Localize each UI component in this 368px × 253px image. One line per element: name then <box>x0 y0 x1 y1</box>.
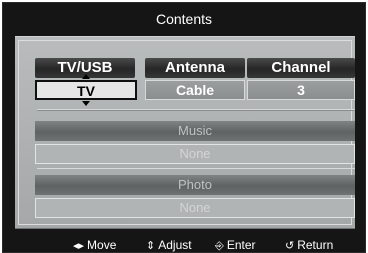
music-value[interactable]: None <box>35 144 355 164</box>
separator <box>37 168 355 169</box>
separator-shadow <box>37 110 355 111</box>
up-down-arrows-icon: ⇕ <box>146 240 156 252</box>
move-label: Move <box>87 238 117 252</box>
enter-icon: ⎆ <box>215 240 224 252</box>
channel-header: Channel <box>247 58 355 78</box>
channel-selector[interactable]: 3 <box>247 80 355 100</box>
arrow-down-icon <box>82 101 90 106</box>
return-label: Return <box>297 238 334 252</box>
footer-hints: ◂▸ Move ⇕ Adjust ⎆ Enter ↺ Return <box>3 236 365 253</box>
adjust-hint: ⇕ Adjust <box>146 236 192 253</box>
antenna-header: Antenna <box>145 58 245 78</box>
enter-label: Enter <box>226 238 256 252</box>
dialog-title: Contents <box>155 11 213 27</box>
adjust-label: Adjust <box>158 238 192 252</box>
photo-label: Photo <box>35 175 355 195</box>
return-hint: ↺ Return <box>285 236 333 253</box>
enter-hint: ⎆ Enter <box>215 236 256 253</box>
left-right-arrows-icon: ◂▸ <box>73 240 85 252</box>
photo-value[interactable]: None <box>35 198 355 218</box>
antenna-selector[interactable]: Cable <box>145 80 245 100</box>
contents-dialog: Contents TV/USB Antenna Channel TV Cable… <box>2 2 366 253</box>
music-label: Music <box>35 121 355 141</box>
arrow-up-icon <box>82 74 90 79</box>
move-hint: ◂▸ Move <box>73 236 116 253</box>
tvusb-selector[interactable]: TV <box>35 80 137 100</box>
return-icon: ↺ <box>285 240 295 252</box>
contents-panel: TV/USB Antenna Channel TV Cable 3 Music … <box>15 36 355 229</box>
